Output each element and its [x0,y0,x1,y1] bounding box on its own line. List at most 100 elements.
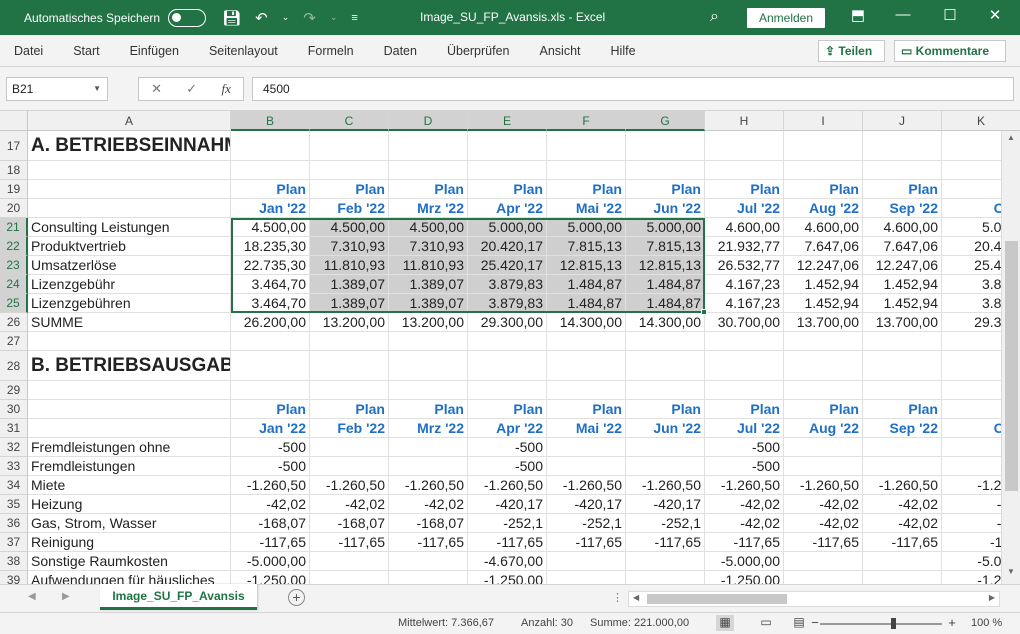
cell-b35[interactable]: -42,02 [231,495,310,514]
cell-a27[interactable] [28,332,231,351]
cell-f29[interactable] [547,381,626,400]
cell-j28[interactable] [863,351,942,381]
cell-e19[interactable]: Plan [468,180,547,199]
cell-g37[interactable]: -117,65 [626,533,705,552]
page-layout-view-icon[interactable]: ▭ [757,615,775,631]
cell-b34[interactable]: -1.260,50 [231,476,310,495]
cell-i35[interactable]: -42,02 [784,495,863,514]
row-header-30[interactable]: 30 [0,400,28,419]
cell-d27[interactable] [389,332,468,351]
cell-g26[interactable]: 14.300,00 [626,313,705,332]
cell-i24[interactable]: 1.452,94 [784,275,863,294]
zoom-slider[interactable] [820,623,942,625]
cell-e25[interactable]: 3.879,83 [468,294,547,313]
cell-b29[interactable] [231,381,310,400]
cell-j30[interactable]: Plan [863,400,942,419]
column-header-a[interactable]: A [28,111,231,131]
cell-e17[interactable] [468,131,547,161]
sheet-prev-icon[interactable]: ◀ [28,591,36,602]
cell-e33[interactable]: -500 [468,457,547,476]
cell-f26[interactable]: 14.300,00 [547,313,626,332]
spreadsheet-grid[interactable]: ABCDEFGHIJK 17A. BETRIEBSEINNAHMEN1819 Pla… [0,111,1020,584]
cell-j38[interactable] [863,552,942,571]
share-button[interactable]: ⇪ Teilen [818,40,885,62]
cell-a20[interactable] [28,199,231,218]
cell-e20[interactable]: Apr '22 [468,199,547,218]
cell-a30[interactable] [28,400,231,419]
cell-d26[interactable]: 13.200,00 [389,313,468,332]
cell-e38[interactable]: -4.670,00 [468,552,547,571]
cell-f25[interactable]: 1.484,87 [547,294,626,313]
cell-c38[interactable] [310,552,389,571]
row-header-35[interactable]: 35 [0,495,28,514]
cell-g38[interactable] [626,552,705,571]
tab-seitenlayout[interactable]: Seitenlayout [194,44,293,58]
cell-j36[interactable]: -42,02 [863,514,942,533]
cell-i29[interactable] [784,381,863,400]
cell-a39[interactable]: Aufwendungen für häusliches [28,571,231,584]
cell-i31[interactable]: Aug '22 [784,419,863,438]
cell-e31[interactable]: Apr '22 [468,419,547,438]
cell-g19[interactable]: Plan [626,180,705,199]
comments-button[interactable]: ▭ Kommentare [894,40,1006,62]
cell-i25[interactable]: 1.452,94 [784,294,863,313]
cell-g22[interactable]: 7.815,13 [626,237,705,256]
cell-h27[interactable] [705,332,784,351]
cell-d37[interactable]: -117,65 [389,533,468,552]
cell-f32[interactable] [547,438,626,457]
column-header-h[interactable]: H [705,111,784,131]
cell-j34[interactable]: -1.260,50 [863,476,942,495]
cell-g27[interactable] [626,332,705,351]
name-box[interactable]: B21 ▼ [6,77,108,101]
cell-i38[interactable] [784,552,863,571]
cell-b39[interactable]: -1.250,00 [231,571,310,584]
cell-f24[interactable]: 1.484,87 [547,275,626,294]
cell-b26[interactable]: 26.200,00 [231,313,310,332]
cancel-icon[interactable]: ✕ [151,81,162,97]
select-all-corner[interactable] [0,111,28,131]
cell-d32[interactable] [389,438,468,457]
row-header-29[interactable]: 29 [0,381,28,400]
cell-j39[interactable] [863,571,942,584]
cell-h33[interactable]: -500 [705,457,784,476]
hscroll-options-icon[interactable]: ⋮ [612,591,623,604]
cell-b36[interactable]: -168,07 [231,514,310,533]
cell-c37[interactable]: -117,65 [310,533,389,552]
cell-a37[interactable]: Reinigung [28,533,231,552]
cell-a31[interactable] [28,419,231,438]
column-header-b[interactable]: B [231,111,310,131]
cell-e26[interactable]: 29.300,00 [468,313,547,332]
cell-f38[interactable] [547,552,626,571]
column-header-d[interactable]: D [389,111,468,131]
normal-view-icon[interactable]: ▦ [716,615,734,631]
cell-e27[interactable] [468,332,547,351]
cell-b18[interactable] [231,161,310,180]
cell-b17[interactable] [231,131,310,161]
cell-b37[interactable]: -117,65 [231,533,310,552]
zoom-slider-knob[interactable] [891,618,896,629]
row-header-24[interactable]: 24 [0,275,28,294]
close-icon[interactable]: ✕ [980,6,1010,24]
row-header-17[interactable]: 17 [0,131,28,161]
cell-h20[interactable]: Jul '22 [705,199,784,218]
cell-f36[interactable]: -252,1 [547,514,626,533]
cell-d21[interactable]: 4.500,00 [389,218,468,237]
cell-f19[interactable]: Plan [547,180,626,199]
cell-j22[interactable]: 7.647,06 [863,237,942,256]
formula-input[interactable]: 4500 [252,77,1014,101]
cell-f18[interactable] [547,161,626,180]
column-header-c[interactable]: C [310,111,389,131]
cell-j17[interactable] [863,131,942,161]
cell-g36[interactable]: -252,1 [626,514,705,533]
save-icon[interactable]: 💾︎ [222,9,241,27]
cell-e32[interactable]: -500 [468,438,547,457]
cell-i34[interactable]: -1.260,50 [784,476,863,495]
cell-a35[interactable]: Heizung [28,495,231,514]
cell-f34[interactable]: -1.260,50 [547,476,626,495]
cell-a25[interactable]: Lizenzgebühren [28,294,231,313]
column-header-i[interactable]: I [784,111,863,131]
tab-ueberpruefen[interactable]: Überprüfen [432,44,525,58]
cell-f21[interactable]: 5.000,00 [547,218,626,237]
cell-j33[interactable] [863,457,942,476]
cell-d34[interactable]: -1.260,50 [389,476,468,495]
